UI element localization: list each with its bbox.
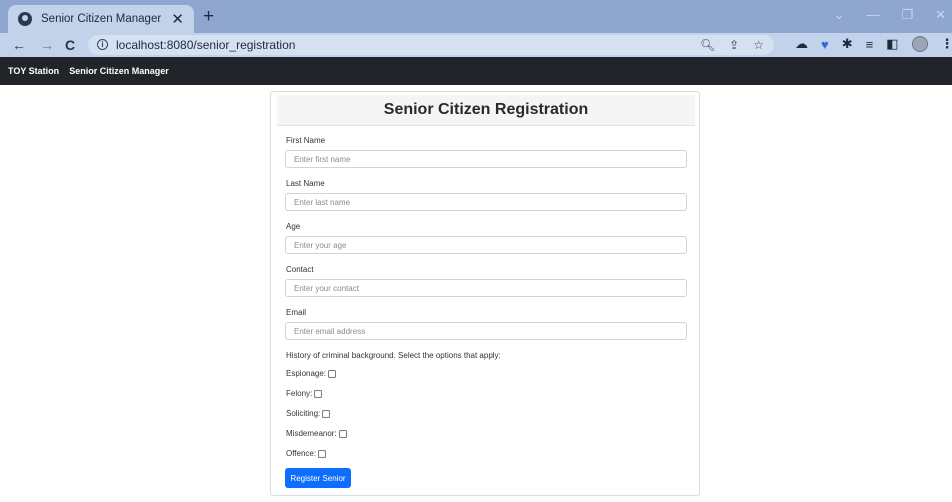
minimize-button[interactable]: — (866, 7, 879, 23)
last-name-label: Last Name (286, 179, 325, 188)
tab-search-icon[interactable]: ⌄ (834, 7, 845, 23)
email-label: Email (286, 308, 307, 317)
page-title: Senior Citizen Registration (383, 101, 589, 118)
nav-link-senior-citizen-manager[interactable]: Senior Citizen Manager (69, 66, 169, 76)
site-info-icon[interactable]: i (97, 39, 108, 50)
criminal-history-label: History of criminal background. Select t… (286, 351, 501, 360)
registration-card: Senior Citizen Registration First Name L… (270, 91, 700, 496)
restore-button[interactable]: ❐ (901, 7, 913, 23)
share-icon[interactable]: ⇪ (729, 38, 739, 52)
option-offence: Offence: (286, 449, 327, 458)
card-header: Senior Citizen Registration (277, 95, 695, 126)
espionage-checkbox[interactable] (328, 369, 337, 378)
browser-tab[interactable]: Senior Citizen Manager ✕ (8, 5, 194, 33)
forward-icon[interactable]: → (40, 36, 54, 54)
new-tab-button[interactable]: + (203, 7, 214, 26)
misdemeanor-checkbox[interactable] (338, 429, 347, 438)
v-extension-icon[interactable]: ♥ (821, 37, 829, 52)
reading-list-icon[interactable]: ≡ (866, 37, 874, 52)
felony-checkbox[interactable] (314, 389, 323, 398)
puzzle-extensions-icon[interactable]: ✱ (842, 36, 853, 52)
reload-icon[interactable]: C (65, 36, 75, 54)
option-felony: Felony: (286, 389, 323, 398)
option-soliciting: Soliciting: (286, 409, 331, 418)
age-label: Age (286, 222, 301, 231)
contact-label: Contact (286, 265, 314, 274)
felony-label: Felony: (286, 389, 313, 398)
address-bar[interactable]: i localhost:8080/senior_registration 🔍︎ … (88, 35, 774, 55)
browser-toolbar: ← → C i localhost:8080/senior_registrati… (0, 33, 952, 57)
first-name-label: First Name (286, 136, 326, 145)
tab-title: Senior Citizen Manager (41, 13, 162, 25)
back-icon[interactable]: ← (12, 36, 26, 54)
misdemeanor-label: Misdemeanor: (286, 429, 337, 438)
browser-tab-strip: Senior Citizen Manager ✕ + ⌄ — ❐ ✕ (0, 0, 952, 33)
contact-input[interactable] (285, 279, 687, 297)
extensions-area: ☁ ♥ ✱ ≡ ◧ ⋮ (795, 36, 952, 52)
window-controls: ⌄ — ❐ ✕ (834, 7, 946, 23)
age-input[interactable] (285, 236, 687, 254)
offence-checkbox[interactable] (318, 449, 327, 458)
option-espionage: Espionage: (286, 369, 337, 378)
option-misdemeanor: Misdemeanor: (286, 429, 347, 438)
email-input[interactable] (285, 322, 687, 340)
offence-label: Offence: (286, 449, 317, 458)
espionage-label: Espionage: (286, 369, 327, 378)
soliciting-checkbox[interactable] (322, 409, 331, 418)
bookmark-star-icon[interactable]: ☆ (753, 38, 764, 52)
last-name-input[interactable] (285, 193, 687, 211)
profile-avatar[interactable] (911, 36, 928, 52)
url-text[interactable]: localhost:8080/senior_registration (116, 38, 295, 52)
app-navbar: TOY Station Senior Citizen Manager (0, 57, 952, 85)
navbar-brand[interactable]: TOY Station (8, 66, 59, 76)
zoom-icon[interactable]: 🔍︎ (700, 38, 715, 52)
browser-menu-icon[interactable]: ⋮ (941, 36, 952, 52)
cloud-extension-icon[interactable]: ☁ (795, 36, 808, 52)
close-tab-icon[interactable]: ✕ (171, 12, 184, 27)
favicon-icon (18, 12, 32, 26)
close-window-button[interactable]: ✕ (935, 7, 946, 23)
side-panel-icon[interactable]: ◧ (886, 36, 898, 52)
first-name-input[interactable] (285, 150, 687, 168)
register-senior-button[interactable]: Register Senior (285, 468, 351, 488)
soliciting-label: Soliciting: (286, 409, 321, 418)
